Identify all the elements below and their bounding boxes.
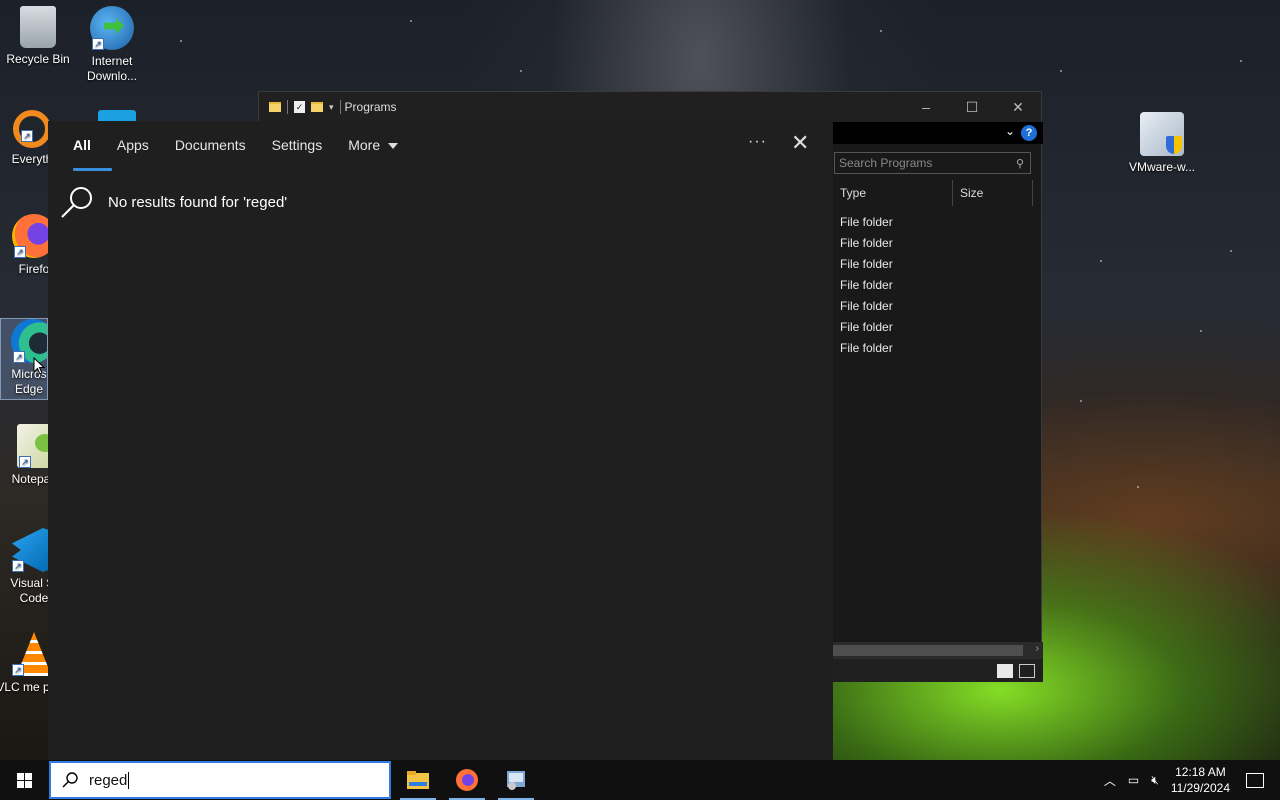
windows-logo-icon bbox=[16, 772, 32, 788]
shortcut-arrow-icon: ↗ bbox=[12, 560, 24, 572]
taskbar-search-input[interactable]: reged bbox=[49, 761, 391, 799]
column-header-size[interactable]: Size bbox=[953, 180, 1033, 206]
vmware-icon bbox=[1140, 112, 1184, 156]
search-placeholder: Search Programs bbox=[839, 156, 933, 170]
list-item[interactable]: File folder bbox=[840, 254, 893, 275]
help-icon[interactable]: ? bbox=[1021, 125, 1037, 141]
expand-ribbon-icon[interactable]: ⌄ bbox=[1005, 124, 1015, 138]
tab-more-label: More bbox=[348, 137, 381, 153]
taskbar-file-explorer[interactable] bbox=[396, 760, 440, 800]
tab-apps[interactable]: Apps bbox=[104, 121, 162, 169]
list-item[interactable]: File folder bbox=[840, 233, 893, 254]
close-window-button[interactable]: ✕ bbox=[995, 92, 1041, 122]
no-results-text: No results found for 'reged' bbox=[108, 193, 288, 211]
tab-more[interactable]: More bbox=[335, 121, 411, 169]
column-header-type[interactable]: Type bbox=[833, 180, 953, 206]
folder-icon bbox=[269, 102, 281, 112]
minimize-button[interactable]: – bbox=[903, 92, 949, 122]
ribbon-bar: ⌄ ? bbox=[833, 122, 1043, 144]
details-view-icon[interactable] bbox=[997, 664, 1013, 678]
show-hidden-icons-icon[interactable]: ︿ bbox=[1104, 772, 1116, 789]
separator bbox=[339, 100, 341, 114]
explorer-titlebar[interactable]: ✓ ▾ Programs – ☐ ✕ bbox=[259, 92, 1041, 122]
firefox-icon bbox=[456, 769, 478, 791]
notification-center-icon[interactable] bbox=[1246, 772, 1264, 788]
desktop-icon-label: Recycle Bin bbox=[6, 52, 70, 66]
tab-settings[interactable]: Settings bbox=[259, 121, 336, 169]
internet-download-manager-icon: ↗ bbox=[90, 6, 134, 50]
large-icons-view-icon[interactable] bbox=[1019, 664, 1035, 678]
control-panel-icon bbox=[507, 771, 525, 790]
clock-date: 11/29/2024 bbox=[1170, 781, 1230, 795]
clock-time: 12:18 AM bbox=[1175, 765, 1226, 779]
list-item[interactable]: File folder bbox=[840, 296, 893, 317]
status-bar bbox=[833, 659, 1043, 682]
search-icon bbox=[60, 184, 96, 220]
desktop-icon-vmware[interactable]: VMware-w... bbox=[1124, 112, 1200, 175]
taskbar-firefox[interactable] bbox=[445, 760, 489, 800]
list-item[interactable]: File folder bbox=[840, 275, 893, 296]
volume-muted-icon[interactable]: 🔇︎ bbox=[1151, 773, 1159, 788]
shield-icon bbox=[1166, 136, 1182, 154]
properties-icon[interactable]: ✓ bbox=[294, 101, 305, 113]
chevron-down-icon bbox=[388, 143, 399, 150]
notepad-plus-plus-icon: ↗ bbox=[17, 424, 55, 468]
quick-access-toolbar: ✓ ▾ bbox=[269, 100, 341, 114]
taskbar: reged ︿ ▭ 🔇︎ 12:18 AM 11/29/2024 bbox=[0, 760, 1280, 800]
network-icon[interactable]: ▭ bbox=[1128, 773, 1139, 787]
search-tabs: All Apps Documents Settings More bbox=[48, 121, 833, 171]
search-query: reged bbox=[89, 771, 128, 789]
list-item[interactable]: File folder bbox=[840, 338, 893, 359]
file-list: File folder File folder File folder File… bbox=[840, 212, 893, 359]
mouse-cursor-icon bbox=[33, 357, 45, 375]
green-arrow-icon bbox=[104, 18, 124, 34]
desktop-icon-label: VMware-w... bbox=[1128, 160, 1195, 174]
file-explorer-icon bbox=[407, 771, 429, 789]
explorer-search-input[interactable]: Search Programs ⚲ bbox=[834, 152, 1031, 174]
tab-documents[interactable]: Documents bbox=[162, 121, 259, 169]
shortcut-arrow-icon: ↗ bbox=[13, 351, 25, 363]
scroll-right-icon[interactable]: › bbox=[1036, 643, 1039, 654]
customize-toolbar-icon[interactable]: ▾ bbox=[329, 102, 334, 113]
search-icon bbox=[62, 772, 78, 788]
maximize-button[interactable]: ☐ bbox=[949, 92, 995, 122]
desktop-icon-label: Internet Downlo... bbox=[86, 54, 138, 83]
list-item[interactable]: File folder bbox=[840, 317, 893, 338]
new-folder-icon[interactable] bbox=[311, 102, 323, 112]
separator bbox=[287, 100, 288, 114]
search-flyout: All Apps Documents Settings More ··· ✕ N… bbox=[48, 121, 833, 760]
clock[interactable]: 12:18 AM 11/29/2024 bbox=[1171, 764, 1230, 796]
everything-search-icon: ↗ bbox=[13, 110, 51, 148]
shortcut-arrow-icon: ↗ bbox=[92, 38, 104, 50]
list-item[interactable]: File folder bbox=[840, 212, 893, 233]
desktop-icon-recycle-bin[interactable]: Recycle Bin bbox=[0, 6, 76, 67]
system-tray: ︿ ▭ 🔇︎ 12:18 AM 11/29/2024 bbox=[1098, 760, 1280, 800]
start-button[interactable] bbox=[0, 760, 48, 800]
horizontal-scrollbar[interactable]: › bbox=[833, 642, 1043, 659]
scrollbar-thumb[interactable] bbox=[833, 645, 1023, 656]
shortcut-arrow-icon: ↗ bbox=[14, 246, 26, 258]
tab-all[interactable]: All bbox=[60, 121, 112, 171]
taskbar-control-panel[interactable] bbox=[494, 760, 538, 800]
search-icon: ⚲ bbox=[1015, 157, 1024, 170]
column-headers: Type Size bbox=[833, 180, 1035, 206]
close-button[interactable]: ✕ bbox=[791, 131, 809, 155]
desktop-icon-internet-download-manager[interactable]: ↗ Internet Downlo... bbox=[74, 6, 150, 84]
text-cursor bbox=[128, 771, 130, 789]
no-results-message: No results found for 'reged' bbox=[60, 184, 287, 220]
shortcut-arrow-icon: ↗ bbox=[12, 664, 24, 676]
shortcut-arrow-icon: ↗ bbox=[19, 456, 31, 468]
more-options-button[interactable]: ··· bbox=[748, 133, 767, 151]
recycle-bin-icon bbox=[20, 6, 56, 48]
shortcut-arrow-icon: ↗ bbox=[21, 130, 33, 142]
window-title: Programs bbox=[344, 100, 397, 114]
